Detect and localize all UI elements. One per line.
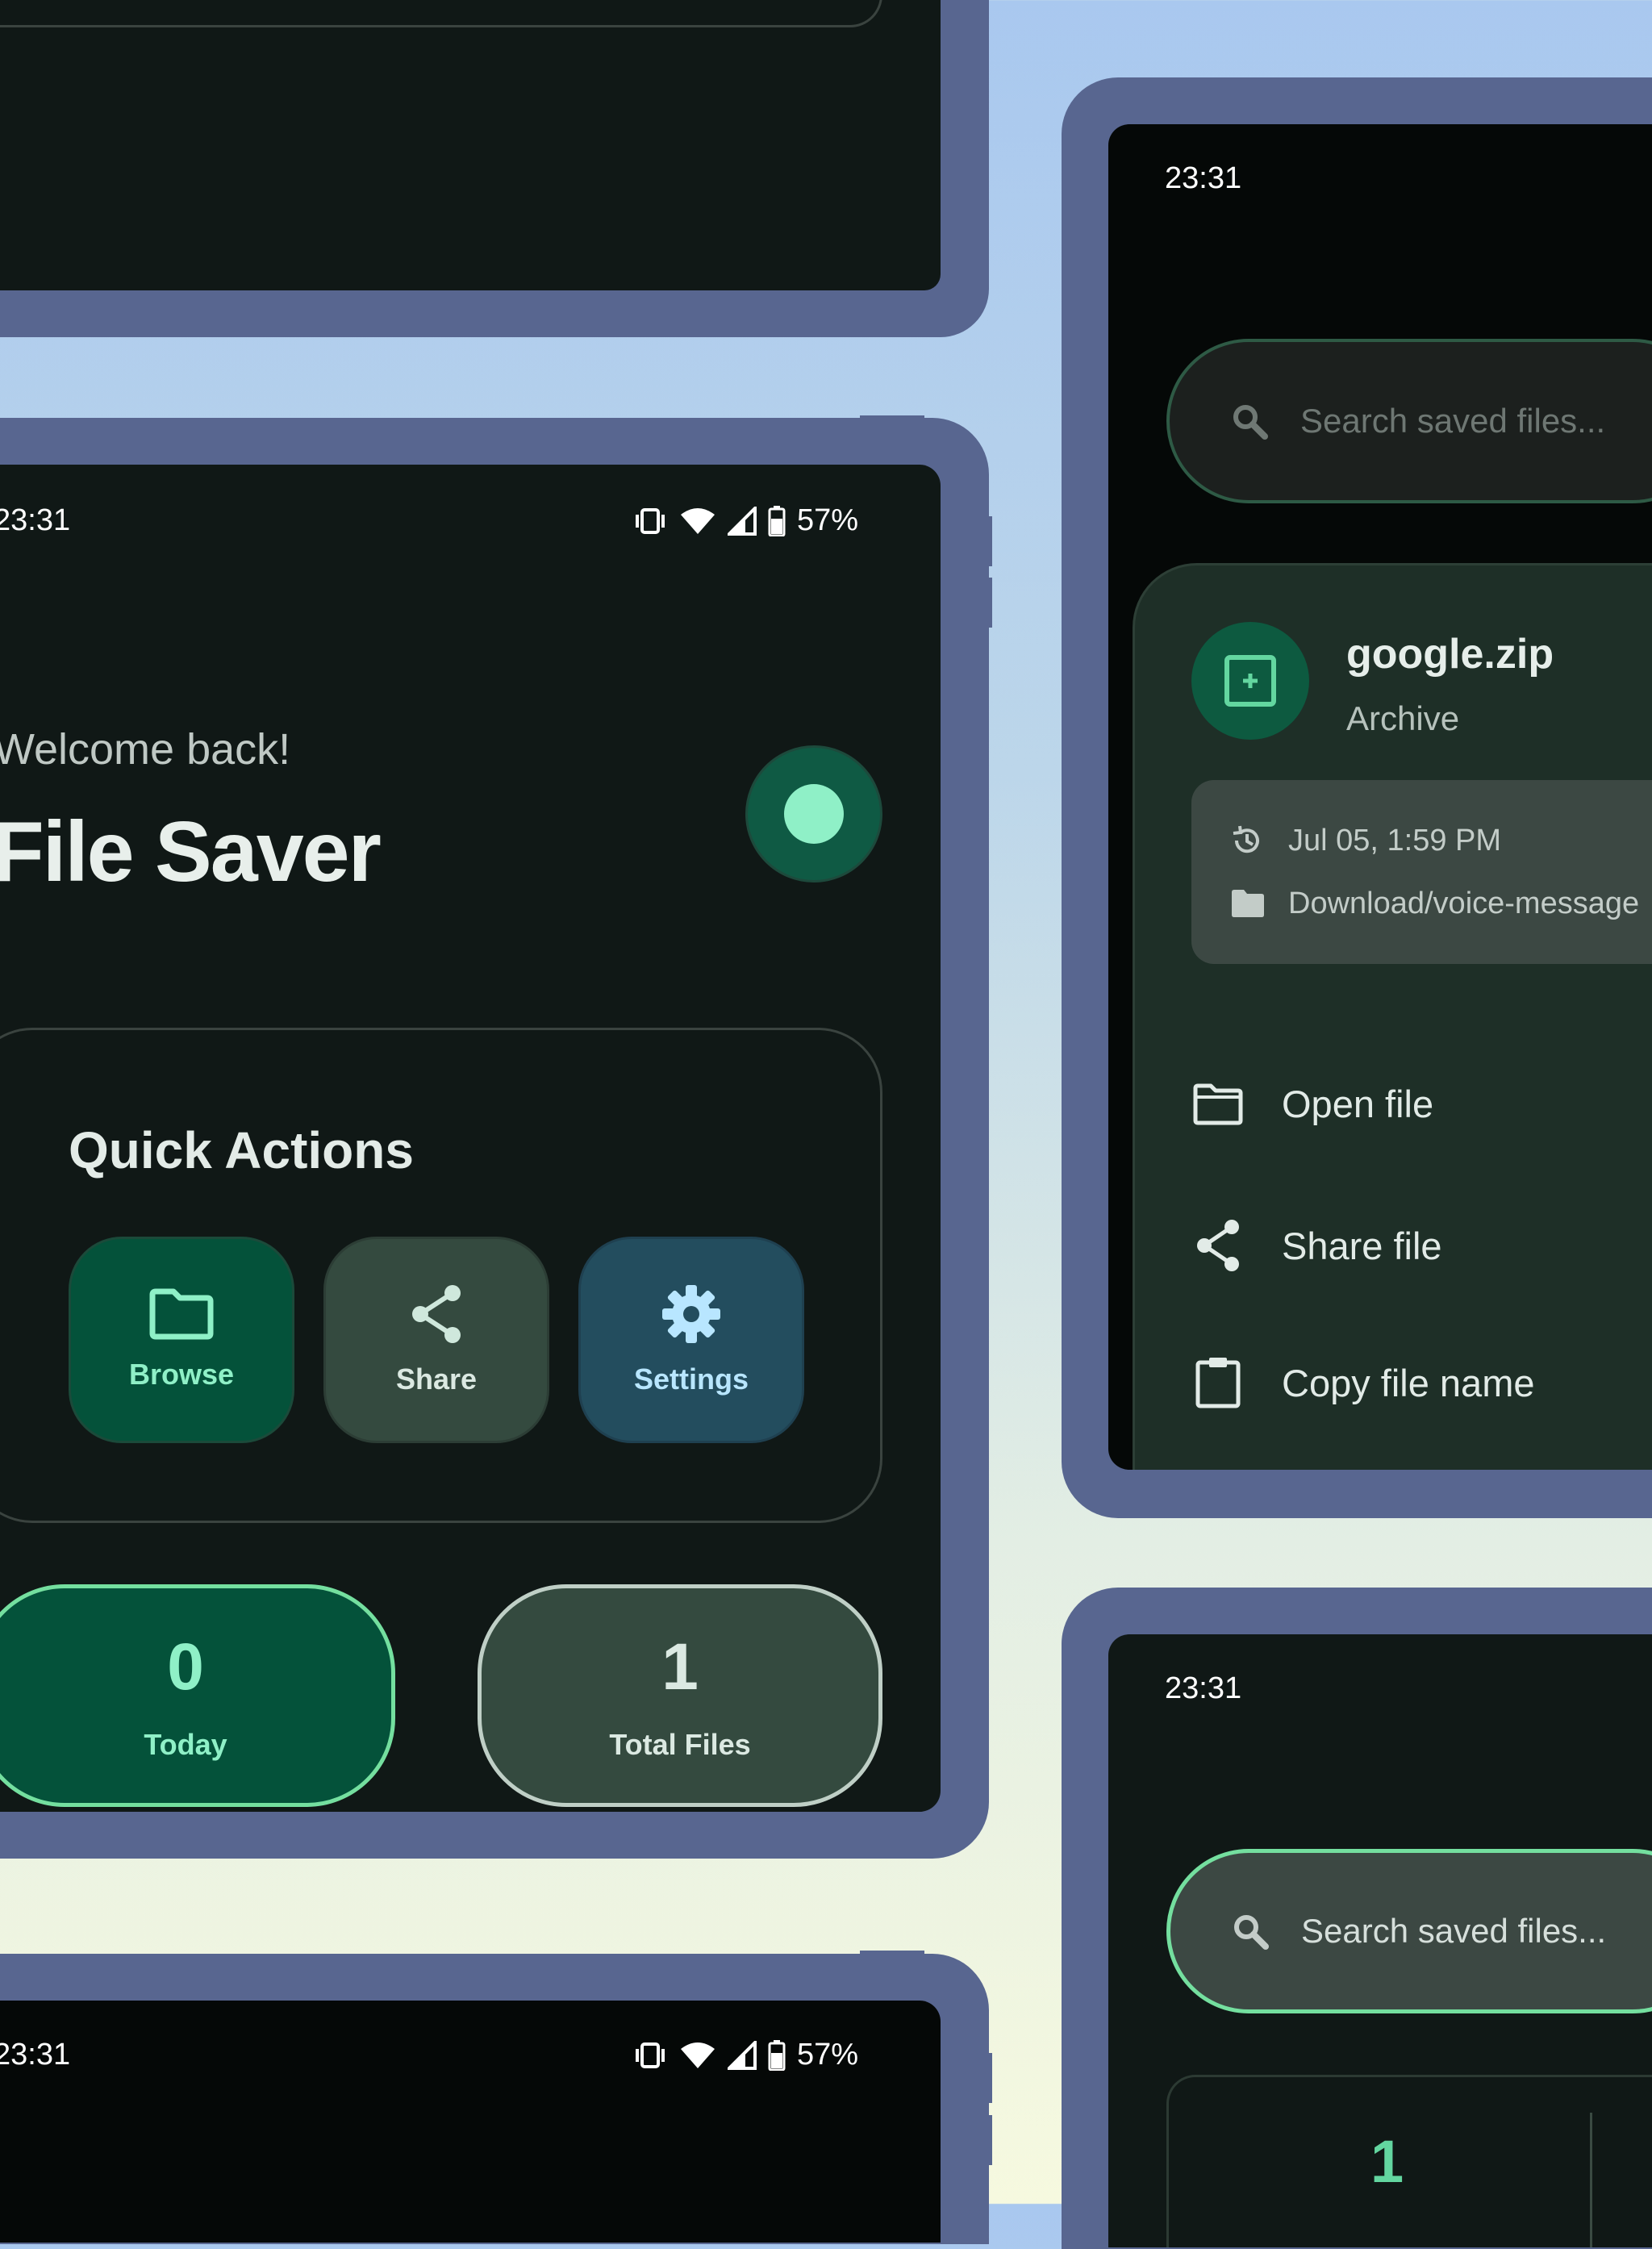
search-bar[interactable]: Search saved files... (1166, 339, 1652, 503)
status-time: 23:31 (0, 2038, 71, 2072)
device-screen-top-left (0, 0, 941, 290)
file-info-panel: Jul 05, 1:59 PM Download/voice-message (1191, 780, 1652, 964)
battery-icon (768, 505, 786, 536)
share-file-menu-item[interactable]: Share file (1193, 1219, 1442, 1272)
folder-outline-icon (1193, 1083, 1243, 1125)
battery-icon (768, 2039, 786, 2071)
results-divider (1590, 2113, 1592, 2247)
file-name: google.zip (1346, 631, 1554, 678)
search-placeholder: Search saved files... (1301, 1912, 1607, 1950)
results-summary-card: 1 (1166, 2075, 1652, 2247)
profile-avatar-button[interactable] (745, 745, 882, 882)
search-icon (1232, 1913, 1269, 1950)
status-time: 23:31 (0, 503, 71, 537)
wifi-icon (679, 2041, 716, 2070)
file-date: Jul 05, 1:59 PM (1288, 824, 1502, 857)
avatar-indicator (784, 784, 844, 844)
welcome-text: Welcome back! (0, 725, 291, 774)
status-time: 23:31 (1165, 1671, 1242, 1705)
clipboard-icon (1193, 1356, 1243, 1409)
app-title: File Saver (0, 804, 382, 899)
vibrate-icon (632, 507, 668, 536)
total-files-stat-card[interactable]: 1 Total Files (478, 1584, 882, 1807)
total-files-count: 1 (661, 1630, 699, 1704)
home-screen: 23:31 57% Welcome back! File Saver Quick… (0, 465, 941, 1812)
file-detail-screen: 23:31 Search saved files... google.zip A… (1108, 124, 1652, 1470)
file-detail-sheet: google.zip Archive Jul 05, 1:59 PM Downl… (1133, 563, 1652, 1470)
quick-actions-title: Quick Actions (69, 1121, 414, 1179)
browse-label: Browse (128, 1358, 235, 1391)
browse-button[interactable]: Browse (69, 1237, 294, 1443)
search-screen: 23:31 Search saved files... 1 (1108, 1634, 1652, 2247)
share-icon (1193, 1219, 1243, 1272)
settings-label: Settings (633, 1362, 749, 1396)
search-bar[interactable]: Search saved files... (1166, 1849, 1652, 2013)
folder-icon (149, 1288, 214, 1340)
battery-percent: 57% (797, 503, 859, 537)
wifi-icon (679, 507, 716, 536)
today-stat-card[interactable]: 0 Today (0, 1584, 395, 1807)
battery-percent: 57% (797, 2038, 859, 2072)
signal-icon (728, 2040, 757, 2070)
settings-button[interactable]: Settings (578, 1237, 804, 1443)
quick-actions-card: Quick Actions Browse Share Settings (0, 1028, 882, 1523)
share-icon (406, 1283, 467, 1345)
total-files-label: Total Files (609, 1728, 751, 1761)
status-icons: 57% (632, 503, 858, 538)
today-label: Today (144, 1728, 227, 1761)
open-file-label: Open file (1282, 1083, 1434, 1125)
file-type-icon (1191, 622, 1309, 740)
status-icons: 57% (632, 2038, 858, 2072)
search-icon (1231, 403, 1268, 440)
vibrate-icon (632, 2041, 668, 2070)
copy-file-name-label: Copy file name (1282, 1361, 1535, 1404)
results-count: 1 (1370, 2128, 1404, 2195)
share-file-label: Share file (1282, 1224, 1442, 1267)
today-count: 0 (167, 1630, 204, 1704)
partial-card (0, 0, 882, 27)
share-button[interactable]: Share (323, 1237, 549, 1443)
device-screen-bottom-left: 23:31 57% (0, 2001, 941, 2243)
share-label: Share (395, 1362, 478, 1396)
copy-file-name-menu-item[interactable]: Copy file name (1193, 1356, 1535, 1409)
history-icon (1230, 824, 1264, 857)
open-file-menu-item[interactable]: Open file (1193, 1082, 1433, 1126)
folder-icon (1232, 890, 1264, 917)
search-placeholder: Search saved files... (1300, 402, 1606, 440)
file-path: Download/voice-message (1288, 887, 1640, 920)
file-type: Archive (1346, 699, 1460, 737)
status-time: 23:31 (1165, 161, 1242, 195)
gear-icon (661, 1283, 722, 1345)
signal-icon (728, 506, 757, 536)
